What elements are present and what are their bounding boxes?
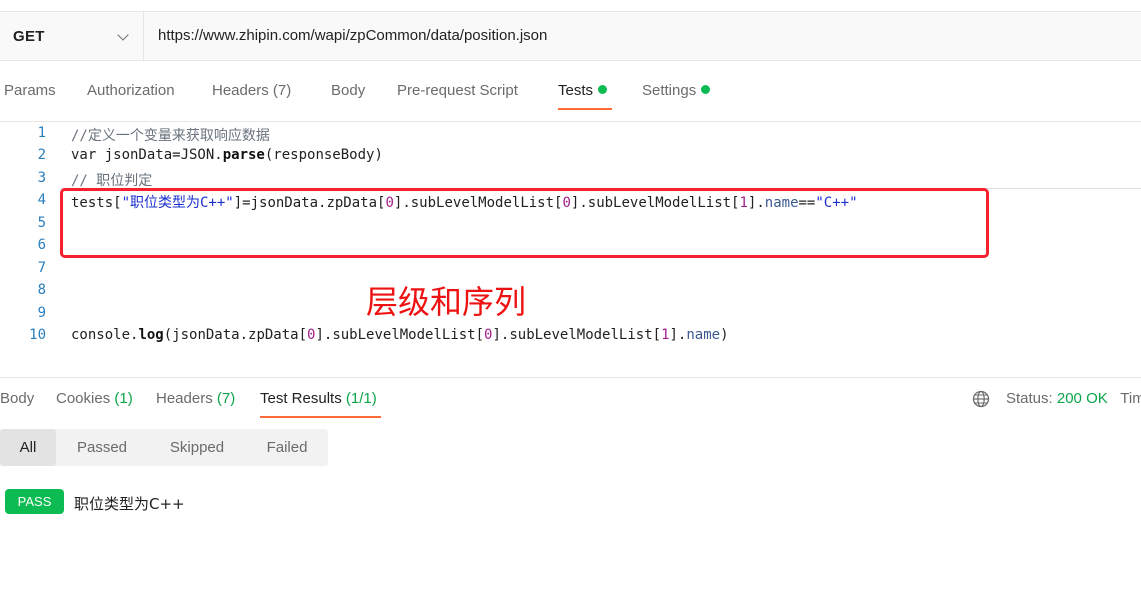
- annotation-box: [60, 188, 989, 258]
- line-number: 2: [37, 147, 46, 163]
- method-select[interactable]: GET: [0, 12, 144, 60]
- tab-pre-request-script[interactable]: Pre-request Script: [397, 82, 518, 99]
- code-line: 2 var jsonData=JSON.parse(responseBody): [0, 144, 1141, 166]
- tab-response-body[interactable]: Body: [0, 390, 34, 407]
- filter-all[interactable]: All: [0, 429, 56, 466]
- response-status: Status: 200 OK Tim: [1006, 390, 1141, 407]
- test-result-name: 职位类型为C++: [74, 495, 185, 513]
- pass-badge: PASS: [5, 489, 64, 514]
- globe-icon[interactable]: [972, 390, 990, 408]
- active-tab-indicator: [260, 416, 381, 418]
- result-filters: All Passed Skipped Failed: [0, 429, 328, 466]
- line-number: 6: [37, 237, 46, 253]
- line-number: 3: [37, 170, 46, 186]
- code-line: 10 console.log(jsonData.zpData[0].subLev…: [0, 324, 1141, 346]
- code-line: 3 // 职位判定: [0, 167, 1141, 189]
- code-line: 9: [0, 302, 1141, 324]
- line-number: 5: [37, 215, 46, 231]
- tab-params[interactable]: Params: [4, 82, 56, 99]
- tab-settings[interactable]: Settings: [642, 82, 711, 99]
- tab-headers[interactable]: Headers (7): [212, 82, 291, 99]
- code-text: // 职位判定: [71, 173, 153, 189]
- filter-skipped[interactable]: Skipped: [152, 429, 242, 466]
- filter-failed[interactable]: Failed: [248, 429, 326, 466]
- chevron-down-icon: [117, 29, 129, 41]
- line-number: 10: [29, 327, 46, 343]
- tab-cookies[interactable]: Cookies (1): [56, 390, 133, 407]
- code-text: console.log(jsonData.zpData[0].subLevelM…: [71, 327, 729, 343]
- tab-authorization[interactable]: Authorization: [87, 82, 175, 99]
- tab-tests[interactable]: Tests: [558, 82, 608, 99]
- annotation-text: 层级和序列: [366, 283, 527, 321]
- status-dot-icon: [598, 85, 608, 94]
- code-line: 8: [0, 279, 1141, 301]
- filter-passed[interactable]: Passed: [62, 429, 142, 466]
- url-input[interactable]: https://www.zhipin.com/wapi/zpCommon/dat…: [158, 27, 547, 44]
- code-line: 7: [0, 257, 1141, 279]
- line-number: 4: [37, 192, 46, 208]
- url-bar: GET https://www.zhipin.com/wapi/zpCommon…: [0, 11, 1141, 61]
- line-number: 1: [37, 125, 46, 141]
- code-line: 1 //定义一个变量来获取响应数据: [0, 122, 1141, 144]
- tab-response-headers[interactable]: Headers (7): [156, 390, 235, 407]
- tab-test-results[interactable]: Test Results (1/1): [260, 390, 377, 407]
- code-text: //定义一个变量来获取响应数据: [71, 128, 270, 144]
- method-label: GET: [13, 27, 45, 45]
- active-tab-indicator: [558, 108, 612, 110]
- status-dot-icon: [701, 85, 711, 94]
- divider: [0, 377, 1141, 378]
- line-number: 7: [37, 260, 46, 276]
- response-tabs: Body Cookies (1) Headers (7) Test Result…: [0, 384, 1141, 418]
- line-number: 8: [37, 282, 46, 298]
- line-number: 9: [37, 305, 46, 321]
- code-text: var jsonData=JSON.parse(responseBody): [71, 147, 383, 163]
- tab-body[interactable]: Body: [331, 82, 365, 99]
